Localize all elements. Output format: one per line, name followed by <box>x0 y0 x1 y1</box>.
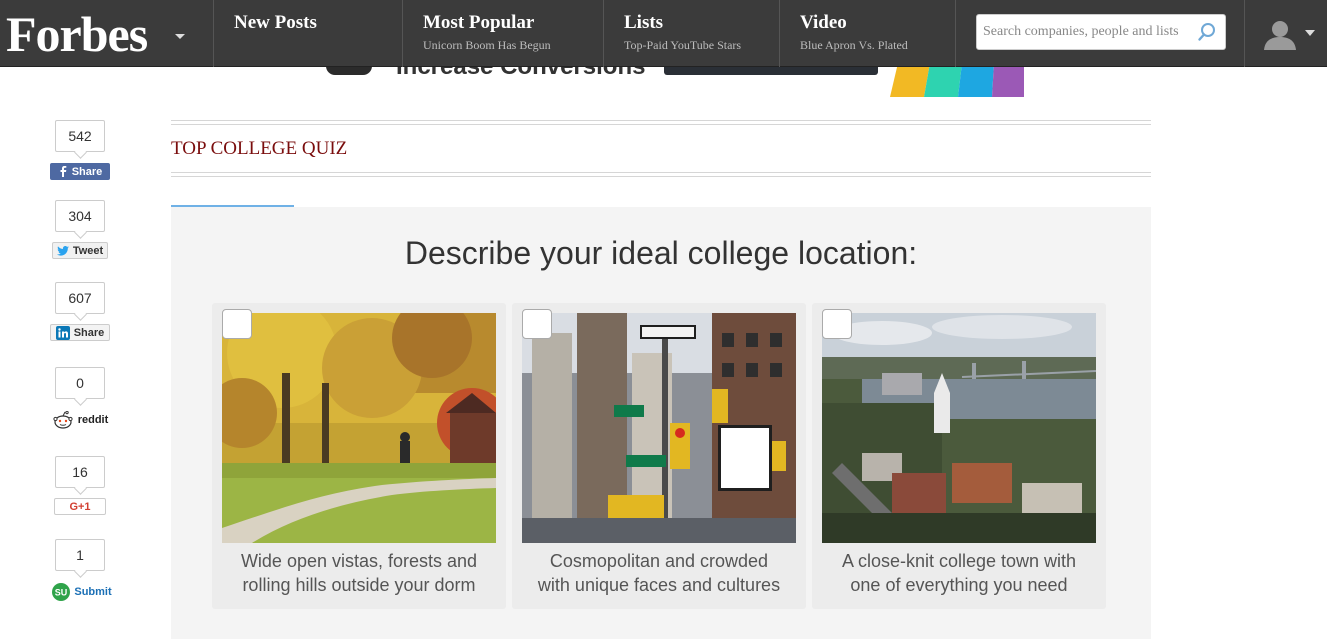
section-divider-top-inner <box>171 124 1151 125</box>
user-avatar-icon[interactable] <box>1262 18 1298 50</box>
option-caption: A close-knit college town with one of ev… <box>820 549 1098 597</box>
nav-title: New Posts <box>234 12 317 33</box>
river-town-photo <box>822 313 1096 543</box>
stumbleupon-share-widget: 1 SU Submit <box>48 539 112 603</box>
share-count: 304 <box>55 200 105 232</box>
search-area <box>955 0 1245 67</box>
share-count: 607 <box>55 282 105 314</box>
reddit-share-widget: 0 reddit <box>48 367 112 431</box>
section-divider-top <box>171 120 1151 121</box>
nav-title: Video <box>800 12 847 33</box>
option-checkbox[interactable] <box>222 309 252 339</box>
nav-title: Most Popular <box>423 12 535 33</box>
nav-title: Lists <box>624 12 664 33</box>
top-navigation-bar: Forbes New Posts Most Popular Unicorn Bo… <box>0 0 1327 67</box>
google-plus-icon: G+1 <box>69 500 91 513</box>
user-menu-chevron-down-icon[interactable] <box>1305 30 1315 36</box>
share-label: Share <box>71 165 103 178</box>
option-checkbox[interactable] <box>822 309 852 339</box>
option-caption-line: A close-knit college town with <box>841 551 1077 571</box>
option-checkbox[interactable] <box>522 309 552 339</box>
facebook-share-widget: 542 Share <box>48 120 112 182</box>
stumbleupon-submit-button[interactable]: SU Submit <box>50 582 114 602</box>
share-label: Tweet <box>72 244 104 257</box>
twitter-share-widget: 304 Tweet <box>48 200 112 262</box>
option-caption-line: Wide open vistas, forests and <box>240 551 478 571</box>
share-count: 16 <box>55 456 105 488</box>
nav-most-popular[interactable]: Most Popular Unicorn Boom Has Begun <box>402 0 604 67</box>
share-label: reddit <box>77 414 109 426</box>
option-caption: Wide open vistas, forests and rolling hi… <box>220 549 498 597</box>
option-caption-line: with unique faces and cultures <box>537 575 781 595</box>
reddit-icon <box>53 411 73 429</box>
quiz-option-card[interactable]: Cosmopolitan and crowded with unique fac… <box>512 303 806 609</box>
twitter-icon <box>56 245 69 256</box>
share-count: 1 <box>55 539 105 571</box>
ad-color-stripes-graphic <box>890 67 1024 97</box>
nav-subtitle: Blue Apron Vs. Plated <box>800 38 908 52</box>
nav-lists[interactable]: Lists Top-Paid YouTube Stars <box>603 0 780 67</box>
stumbleupon-icon: SU <box>52 583 71 601</box>
autumn-campus-photo <box>222 313 496 543</box>
section-divider-bottom <box>171 172 1151 173</box>
logo-chevron-down-icon[interactable] <box>175 34 185 39</box>
city-street-photo <box>522 313 796 543</box>
ad-badge <box>326 67 372 75</box>
section-divider-bottom-inner <box>171 176 1151 177</box>
quiz-question: Describe your ideal college location: <box>404 235 918 271</box>
nav-video[interactable]: Video Blue Apron Vs. Plated <box>779 0 956 67</box>
quiz-option-card[interactable]: A close-knit college town with one of ev… <box>812 303 1106 609</box>
search-input[interactable] <box>977 15 1199 49</box>
nav-new-posts[interactable]: New Posts <box>213 0 403 67</box>
nav-subtitle: Unicorn Boom Has Begun <box>423 38 551 52</box>
ad-headline: Increase Conversions <box>396 67 645 81</box>
facebook-share-button[interactable]: Share <box>50 163 110 180</box>
search-box <box>976 14 1226 50</box>
linkedin-share-widget: 607 Share <box>48 282 112 344</box>
svg-text:SU: SU <box>55 588 68 598</box>
reddit-share-button[interactable]: reddit <box>50 409 110 431</box>
option-caption-line: rolling hills outside your dorm <box>242 575 476 595</box>
facebook-icon <box>60 166 67 177</box>
advertisement-banner[interactable]: Increase Conversions <box>320 67 1030 99</box>
linkedin-share-button[interactable]: Share <box>50 324 110 341</box>
option-caption: Cosmopolitan and crowded with unique fac… <box>520 549 798 597</box>
linkedin-icon <box>55 325 70 340</box>
ad-button[interactable] <box>664 67 878 75</box>
quiz-section-title: TOP COLLEGE QUIZ <box>171 138 348 159</box>
tweet-button[interactable]: Tweet <box>52 242 108 259</box>
option-caption-line: one of everything you need <box>850 575 1068 595</box>
google-plus-share-widget: 16 G+1 <box>48 456 112 518</box>
quiz-option-card[interactable]: Wide open vistas, forests and rolling hi… <box>212 303 506 609</box>
share-count: 0 <box>55 367 105 399</box>
search-icon[interactable] <box>1197 22 1217 42</box>
google-plus-button[interactable]: G+1 <box>54 498 106 515</box>
share-label: Share <box>73 326 105 339</box>
forbes-logo[interactable]: Forbes <box>6 4 148 64</box>
nav-subtitle: Top-Paid YouTube Stars <box>624 38 742 52</box>
share-count: 542 <box>55 120 105 152</box>
quiz-panel: Describe your ideal college location: Wi… <box>171 207 1151 639</box>
option-caption-line: Cosmopolitan and crowded <box>549 551 769 571</box>
share-label: Submit <box>74 586 112 598</box>
